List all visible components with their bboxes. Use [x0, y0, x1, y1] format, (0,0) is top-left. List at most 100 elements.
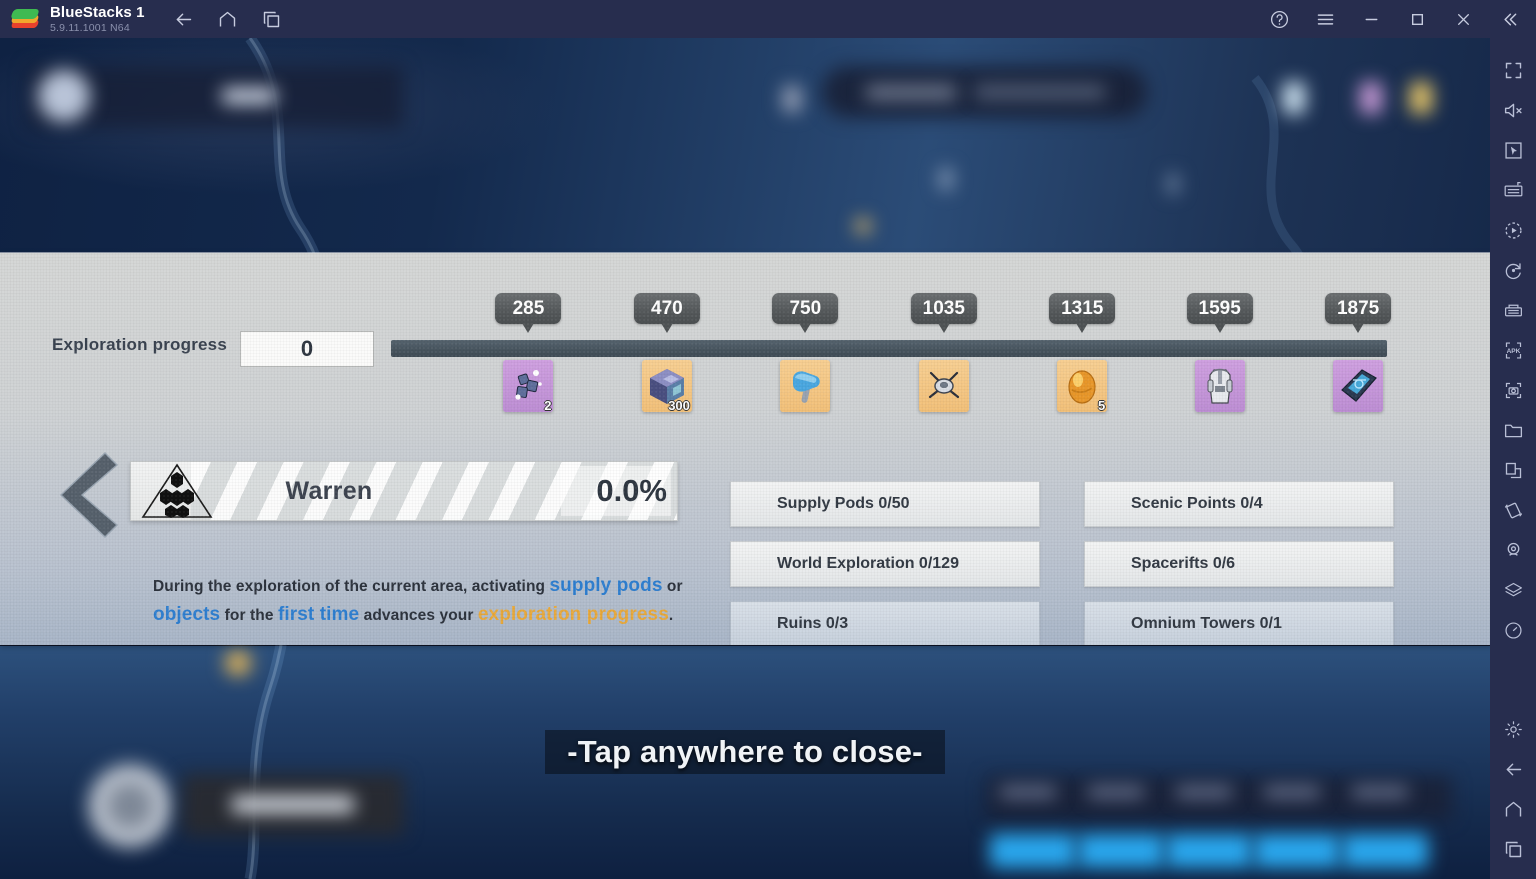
minimize-button[interactable]	[1352, 3, 1390, 35]
region-percent: 0.0%	[596, 473, 667, 508]
rotate-button[interactable]	[1493, 250, 1533, 290]
titlebar-help-button[interactable]	[1260, 3, 1298, 35]
install-apk-button[interactable]: APK	[1493, 330, 1533, 370]
home-icon	[219, 11, 236, 26]
milestone-1315[interactable]: 1315 5	[1049, 293, 1116, 412]
cursor-pointer-button[interactable]	[1493, 130, 1533, 170]
hint-text: During the exploration of the current ar…	[153, 571, 683, 630]
bg-blurred-action-2	[1078, 834, 1164, 868]
bg-blurred-sparkle	[855, 218, 871, 234]
location-button[interactable]	[1493, 530, 1533, 570]
recents-icon	[263, 11, 280, 27]
fullscreen-button[interactable]	[1493, 50, 1533, 90]
recents-button[interactable]	[255, 4, 289, 34]
macro-record-icon	[1504, 221, 1522, 239]
region-progress-bar[interactable]: Warren 0.0%	[130, 461, 678, 521]
bg-blurred-action-5	[1342, 834, 1428, 868]
bg-blurred-action-1	[990, 834, 1076, 868]
back-icon	[1506, 763, 1521, 775]
category-button-world-exploration-0-129[interactable]: World Exploration 0/129	[730, 541, 1040, 587]
hint-highlight-first-time: first time	[277, 604, 360, 626]
mute-icon	[1504, 103, 1522, 117]
shake-icon	[1504, 502, 1522, 518]
mute-button[interactable]	[1493, 90, 1533, 130]
bg-blurred-icon	[783, 86, 801, 112]
crystal-shards-icon[interactable]: 2	[503, 360, 554, 412]
category-button-scenic-points-0-4[interactable]: Scenic Points 0/4	[1084, 481, 1394, 527]
macro-record-button[interactable]	[1493, 210, 1533, 250]
screenshot-icon	[1505, 382, 1521, 398]
bluestacks-logo-icon	[10, 7, 40, 31]
drone-icon[interactable]	[918, 360, 969, 412]
menu-button[interactable]	[1306, 3, 1344, 35]
sidebar-recents-button[interactable]	[1493, 829, 1533, 869]
blueprint-icon[interactable]	[1333, 360, 1384, 412]
location-icon	[1507, 542, 1519, 556]
category-button-grid: Supply Pods 0/50 Scenic Points 0/4 World E…	[730, 481, 1395, 645]
milestone-285[interactable]: 285 2	[495, 293, 562, 412]
golden-egg-icon[interactable]: 5	[1057, 360, 1108, 412]
copy-button[interactable]	[1493, 450, 1533, 490]
home-button[interactable]	[211, 4, 245, 34]
bg-blurred-bottom-row	[986, 776, 1452, 820]
svg-text:APK: APK	[1506, 348, 1520, 355]
shake-button[interactable]	[1493, 490, 1533, 530]
maximize-icon	[1411, 13, 1423, 25]
layers-button[interactable]	[1493, 570, 1533, 610]
bg-blurred-slot-label-3	[1176, 786, 1232, 798]
milestone-470[interactable]: 470 300	[633, 293, 700, 412]
back-button[interactable]	[167, 4, 201, 34]
bg-blurred-slot-label-2	[1088, 786, 1144, 798]
screenshot-button[interactable]	[1493, 370, 1533, 410]
hint-part4: advances your	[359, 607, 478, 625]
bg-blurred-bottom-label	[232, 796, 354, 813]
hint-part3: for the	[220, 607, 278, 625]
category-button-ruins-0-3[interactable]: Ruins 0/3	[730, 601, 1040, 645]
close-icon	[1457, 13, 1469, 25]
exploration-progress-value: 0	[300, 336, 314, 361]
multi-instance-button[interactable]	[1493, 290, 1533, 330]
settings-gear-icon	[1504, 720, 1522, 738]
sidebar-back-button[interactable]	[1493, 749, 1533, 789]
category-row: World Exploration 0/129 Spacerifts 0/6	[730, 541, 1395, 587]
category-button-supply-pods-0-50[interactable]: Supply Pods 0/50	[730, 481, 1040, 527]
arrow-left-icon	[176, 13, 192, 25]
previous-region-button[interactable]	[55, 449, 121, 541]
milestone-value: 750	[772, 293, 839, 324]
ore-cube-icon[interactable]: 300	[641, 360, 692, 412]
performance-icon	[1504, 621, 1522, 639]
copy-icon	[1505, 462, 1521, 478]
exploration-progress-label: Exploration progress	[52, 335, 227, 354]
category-button-spacerifts-0-6[interactable]: Spacerifts 0/6	[1084, 541, 1394, 587]
multi-instance-icon	[1504, 304, 1522, 316]
chevron-left-icon	[59, 452, 119, 538]
bg-blurred-pill-a	[1283, 82, 1305, 114]
milestone-value: 1875	[1325, 293, 1392, 324]
hint-part5: .	[668, 607, 674, 625]
collapse-sidebar-button[interactable]	[1490, 3, 1528, 35]
fullscreen-icon	[1505, 62, 1521, 78]
bg-blurred-label	[222, 88, 276, 104]
close-button[interactable]	[1444, 3, 1482, 35]
milestone-750[interactable]: 750	[772, 293, 839, 412]
milestone-1035[interactable]: 1035	[910, 293, 977, 412]
hammer-icon[interactable]	[780, 360, 831, 412]
game-viewport[interactable]: Exploration progress 0 285 2 470 300 750 1035…	[0, 38, 1490, 879]
milestone-value: 1035	[910, 293, 977, 324]
maximize-button[interactable]	[1398, 3, 1436, 35]
category-row: Ruins 0/3 Omnium Towers 0/1	[730, 601, 1395, 645]
sidebar-home-button[interactable]	[1493, 789, 1533, 829]
milestone-value: 1595	[1186, 293, 1253, 324]
performance-button[interactable]	[1493, 610, 1533, 650]
hint-highlight-objects: objects	[153, 604, 221, 626]
milestone-1875[interactable]: 1875	[1325, 293, 1392, 412]
media-folder-button[interactable]	[1493, 410, 1533, 450]
hint-highlight-supply-pods: supply pods	[549, 575, 663, 596]
keyboard-controls-button[interactable]	[1493, 170, 1533, 210]
settings-button[interactable]	[1493, 709, 1533, 749]
milestone-reward-qty: 5	[1097, 398, 1106, 412]
bg-blurred-action-4	[1254, 834, 1340, 868]
category-button-omnium-towers-0-1[interactable]: Omnium Towers 0/1	[1084, 601, 1394, 645]
suit-icon[interactable]	[1194, 360, 1245, 412]
milestone-1595[interactable]: 1595	[1186, 293, 1253, 412]
